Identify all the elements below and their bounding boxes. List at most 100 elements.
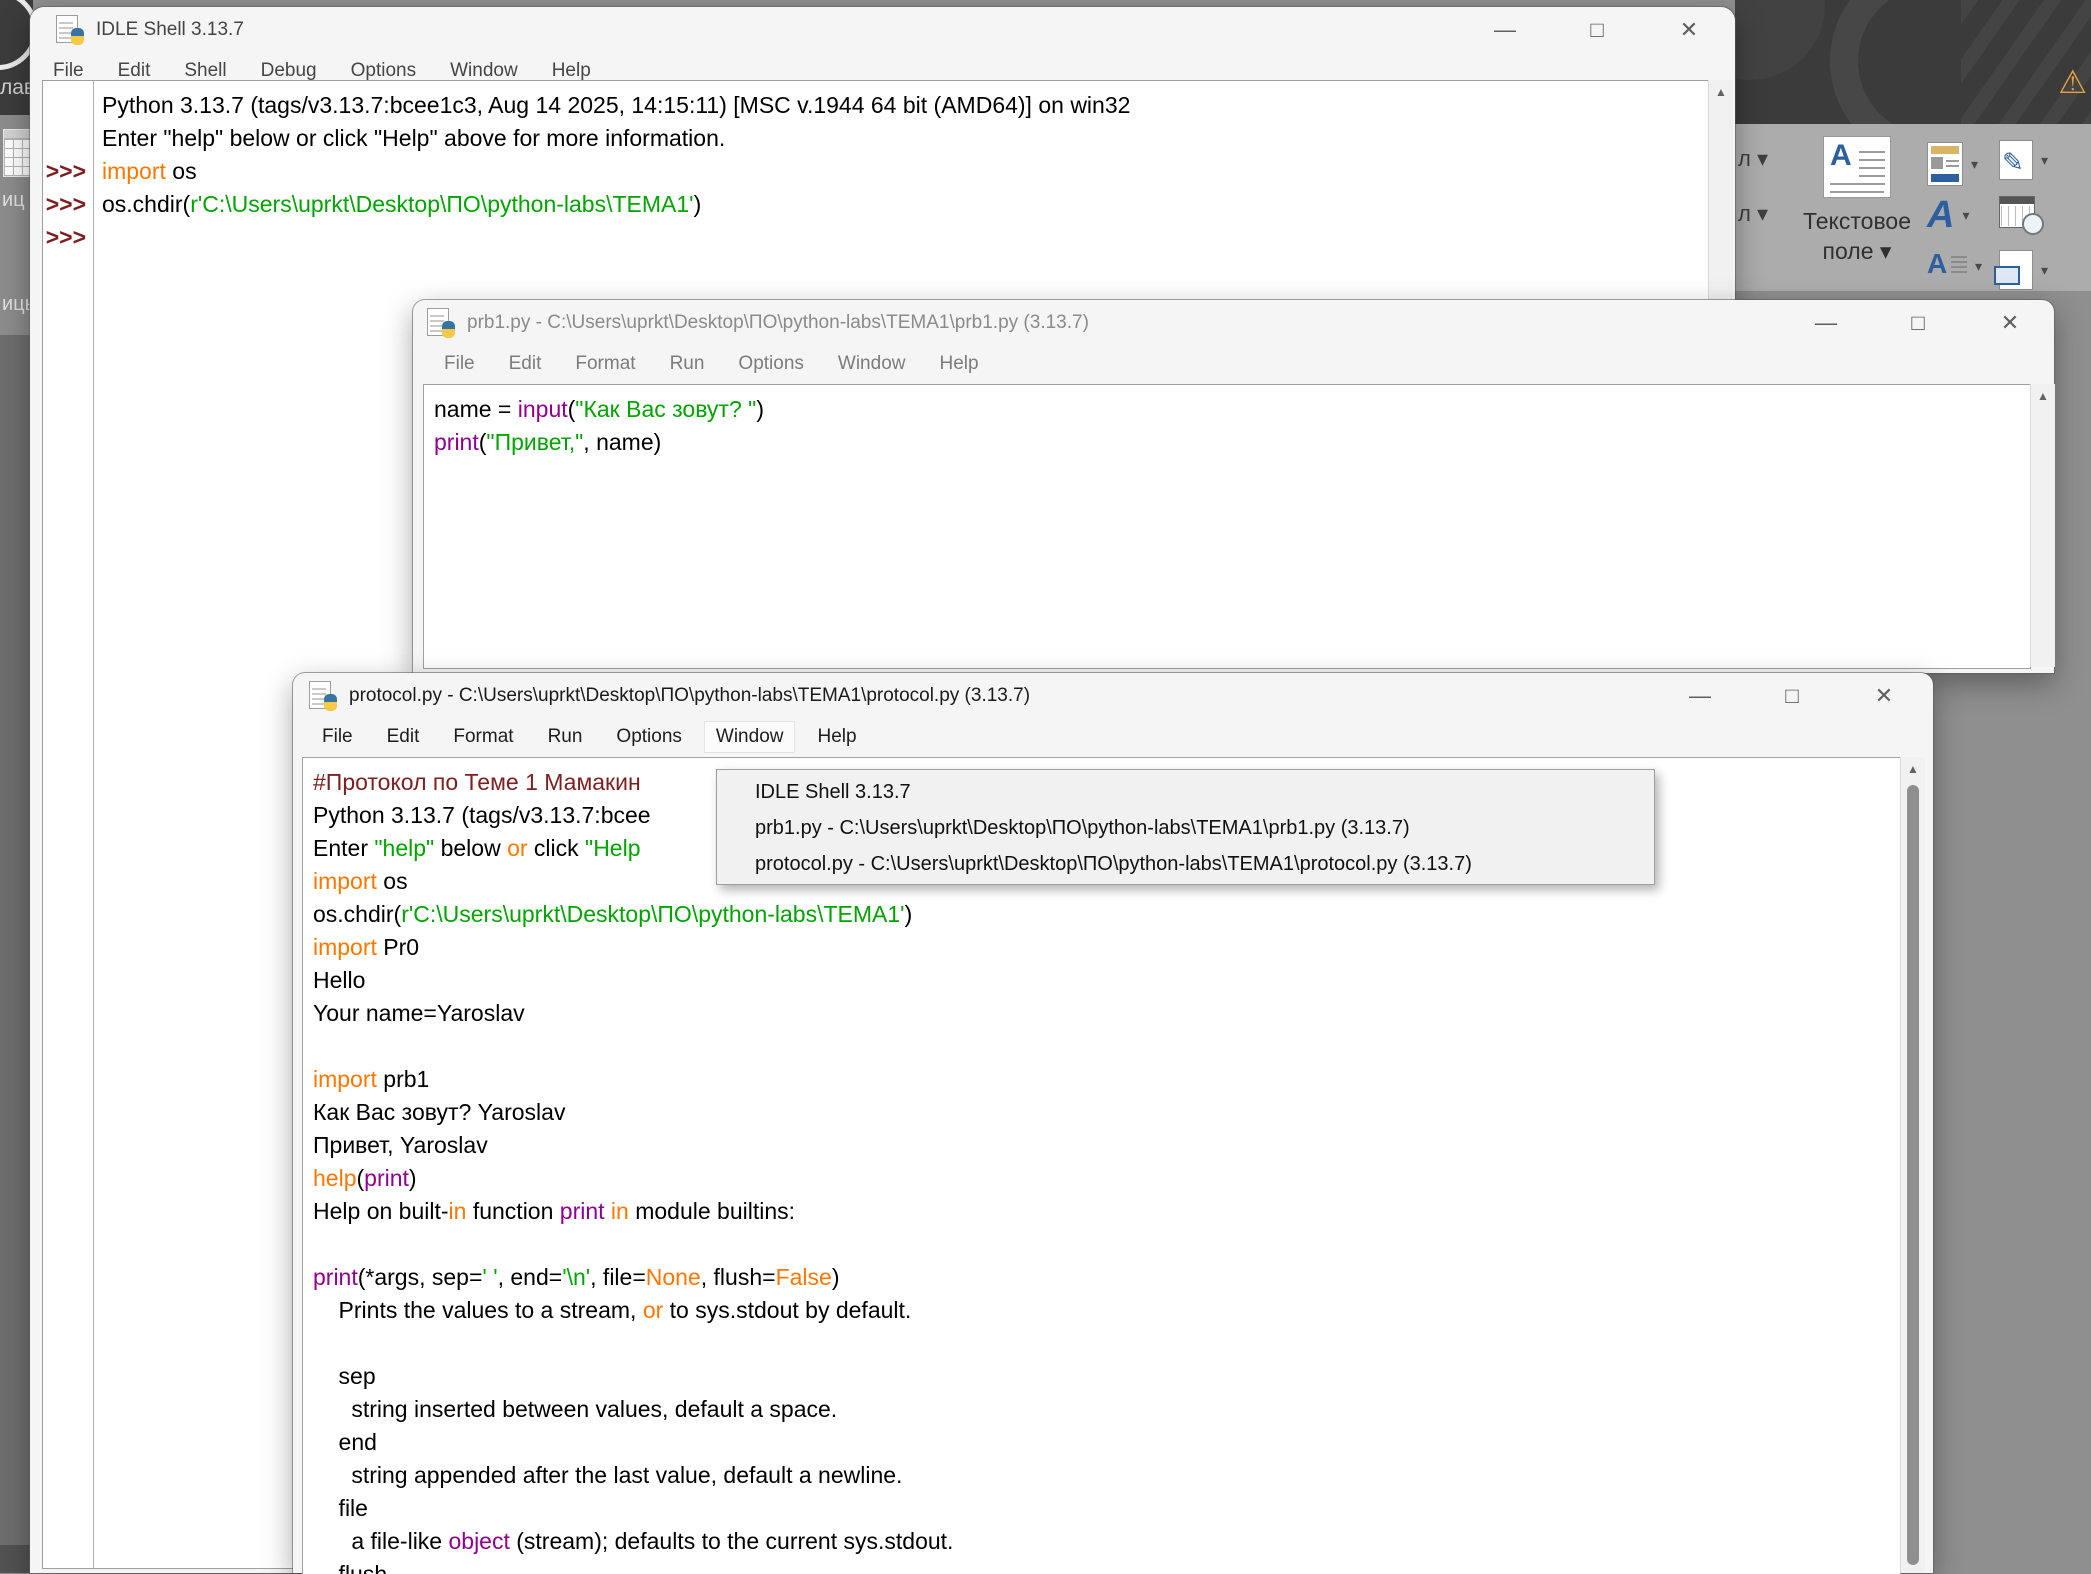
code-line [313, 1030, 1898, 1063]
code-line [313, 1327, 1898, 1360]
code-line [313, 1228, 1898, 1261]
protocol-menu-2[interactable]: Edit [376, 722, 431, 752]
code-line: file [313, 1492, 1898, 1525]
protocol-title-bar[interactable]: protocol.py - C:\Users\uprkt\Desktop\ПО\… [293, 673, 1933, 719]
scrollbar-thumb[interactable] [1907, 785, 1919, 1565]
code-line: string appended after the last value, de… [313, 1459, 1898, 1492]
ribbon-tab-partial-label: лав [0, 76, 33, 100]
prb1-menu-2[interactable]: Edit [498, 349, 553, 379]
code-line: print("Привет,", name) [434, 426, 2028, 459]
prb1-title-bar[interactable]: prb1.py - C:\Users\uprkt\Desktop\ПО\pyth… [413, 300, 2054, 346]
textbox-button[interactable]: А Текстовое поле ▾ [1793, 132, 1921, 288]
window-menu-item-1[interactable]: IDLE Shell 3.13.7 [717, 774, 1654, 810]
chevron-down-icon: ▾ [2041, 262, 2048, 279]
minimize-button[interactable]: — [1798, 300, 1854, 346]
window-menu-item-3[interactable]: protocol.py - C:\Users\uprkt\Desktop\ПО\… [717, 846, 1654, 882]
textbox-label: Текстовое [1793, 206, 1921, 236]
code-line [102, 221, 1706, 254]
date-time-button[interactable] [1999, 196, 2035, 228]
shell-title-bar[interactable]: IDLE Shell 3.13.7 — □ ✕ [30, 7, 1735, 53]
prb1-menu-4[interactable]: Run [659, 349, 716, 379]
word-ribbon: л ▾ л ▾ А Текстовое поле ▾ ▾ А ▾ [1735, 124, 2091, 291]
maximize-button[interactable]: □ [1569, 7, 1625, 53]
protocol-menu-3[interactable]: Format [442, 722, 524, 752]
prb1-scrollbar[interactable]: ▲ [2030, 384, 2055, 667]
code-line: sep [313, 1360, 1898, 1393]
decorative-stripes [1961, 0, 2091, 124]
quick-parts-button[interactable]: ▾ [1927, 142, 1978, 186]
shell-prompt-sidebar: >>> >>> >>> [43, 81, 94, 1568]
ribbon-partial-button-2[interactable]: л ▾ [1738, 201, 1768, 227]
ribbon-text-group: ▾ А ▾ А ▾ ✎ ▾ ▾ [1927, 134, 2091, 290]
prb1-menu-1[interactable]: File [433, 349, 486, 379]
prb1-text-area[interactable]: name = input("Как Вас зовут? ")print("Пр… [423, 384, 2031, 669]
maximize-button[interactable]: □ [1890, 300, 1946, 346]
code-line: a file-like object (stream); defaults to… [313, 1525, 1898, 1558]
code-line: Prints the values to a stream, or to sys… [313, 1294, 1898, 1327]
wordart-icon: А [1927, 196, 1954, 234]
minimize-button[interactable]: — [1672, 673, 1728, 719]
code-line: Python 3.13.7 (tags/v3.13.7:bcee1c3, Aug… [102, 89, 1706, 122]
chevron-down-icon: ▾ [1975, 258, 1982, 275]
protocol-menu-1[interactable]: File [311, 722, 364, 752]
warning-icon[interactable]: ⚠ [2058, 66, 2087, 98]
scroll-up-icon[interactable]: ▲ [2031, 389, 2055, 403]
code-line: Your name=Yaroslav [313, 997, 1898, 1030]
decorative-circle [1735, 0, 1825, 80]
protocol-editor-window: protocol.py - C:\Users\uprkt\Desktop\ПО\… [293, 673, 1933, 1573]
maximize-button[interactable]: □ [1764, 673, 1820, 719]
table-grid-icon[interactable] [3, 129, 32, 177]
ribbon-partial-button-1[interactable]: л ▾ [1738, 146, 1768, 172]
code-line: os.chdir(r'C:\Users\uprkt\Desktop\ПО\pyt… [102, 188, 1706, 221]
protocol-menu-bar: File Edit Format Run Options Window Help [293, 719, 1903, 755]
code-line: end [313, 1426, 1898, 1459]
close-button[interactable]: ✕ [1661, 7, 1717, 53]
dropcap-icon: А [1927, 250, 1967, 282]
prb1-menu-7[interactable]: Help [928, 349, 989, 379]
scroll-up-icon[interactable]: ▲ [1709, 85, 1733, 99]
word-left-edge: лав иц ицы [0, 0, 33, 1573]
protocol-scrollbar[interactable]: ▲ [1900, 757, 1925, 1573]
prb1-menu-3[interactable]: Format [564, 349, 646, 379]
wordart-button[interactable]: А ▾ [1927, 196, 1969, 234]
python-file-icon [56, 15, 84, 45]
minimize-button[interactable]: — [1477, 7, 1533, 53]
code-line: flush [313, 1558, 1898, 1574]
shell-prompt: >>> [46, 155, 86, 188]
insert-object-button[interactable]: ▾ [1999, 250, 2048, 290]
ribbon-partial-label: иц [2, 189, 25, 212]
signature-line-button[interactable]: ✎ ▾ [1999, 140, 2048, 180]
close-button[interactable]: ✕ [1982, 300, 2038, 346]
protocol-window-title: protocol.py - C:\Users\uprkt\Desktop\ПО\… [349, 685, 1030, 707]
word-status-bar-edge [0, 1545, 33, 1573]
python-file-icon [427, 308, 455, 338]
shell-window-title: IDLE Shell 3.13.7 [96, 19, 244, 41]
word-left-ribbon: иц ицы [0, 115, 33, 335]
code-line: name = input("Как Вас зовут? ") [434, 393, 2028, 426]
prb1-menu-5[interactable]: Options [727, 349, 814, 379]
dropcap-button[interactable]: А ▾ [1927, 250, 1982, 282]
prb1-menu-6[interactable]: Window [827, 349, 917, 379]
chevron-down-icon: ▾ [2041, 152, 2048, 169]
chevron-down-icon: ▾ [1962, 207, 1969, 224]
code-line: Help on built-in function print in modul… [313, 1195, 1898, 1228]
protocol-menu-7[interactable]: Help [806, 722, 867, 752]
protocol-menu-4[interactable]: Run [537, 722, 594, 752]
code-line: import os [102, 155, 1706, 188]
code-line: help(print) [313, 1162, 1898, 1195]
python-file-icon [309, 681, 337, 711]
date-time-icon [1999, 196, 2035, 228]
window-menu-item-2[interactable]: prb1.py - C:\Users\uprkt\Desktop\ПО\pyth… [717, 810, 1654, 846]
code-line: import Pr0 [313, 931, 1898, 964]
word-title-area: ⚠ [1735, 0, 2091, 124]
code-line: import prb1 [313, 1063, 1898, 1096]
ribbon-partial-label: ицы [2, 293, 33, 316]
shell-prompt: >>> [46, 221, 86, 254]
prb1-window-title: prb1.py - C:\Users\uprkt\Desktop\ПО\pyth… [467, 312, 1089, 334]
close-button[interactable]: ✕ [1856, 673, 1912, 719]
protocol-menu-5[interactable]: Options [605, 722, 692, 752]
scroll-up-icon[interactable]: ▲ [1901, 762, 1925, 776]
protocol-menu-6[interactable]: Window [705, 722, 795, 752]
code-line: Привет, Yaroslav [313, 1129, 1898, 1162]
prb1-editor-window: prb1.py - C:\Users\uprkt\Desktop\ПО\pyth… [413, 300, 2054, 673]
